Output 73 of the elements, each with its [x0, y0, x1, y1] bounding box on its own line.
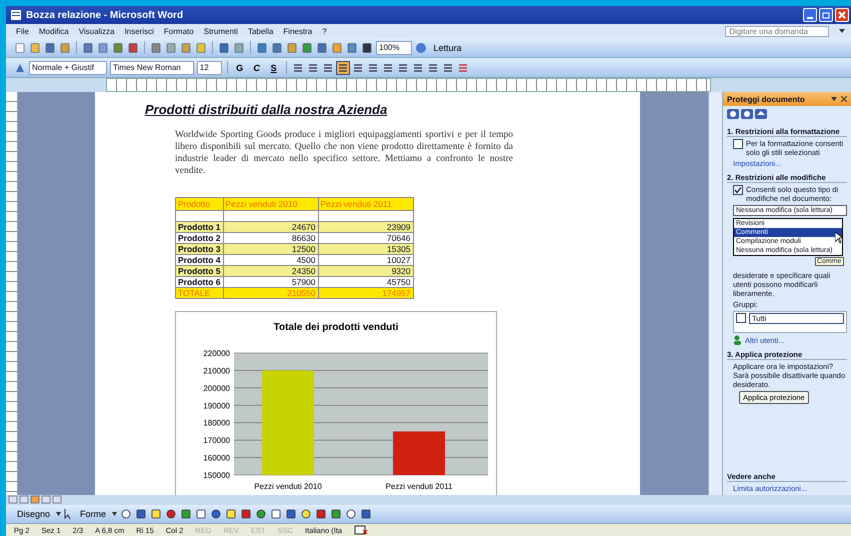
menu-item[interactable]: Visualizza	[78, 26, 115, 36]
x-category-label: Pezzi venduti 2010	[254, 482, 322, 491]
table-cell: 210550	[223, 288, 318, 298]
table-header-cell: Pezzi venduti 2011	[318, 198, 413, 210]
reading-button[interactable]: Lettura	[430, 42, 464, 52]
italic-button[interactable]: C	[250, 60, 264, 74]
draw-menu-button[interactable]: Disegno	[14, 509, 54, 519]
y-tick-label: 220000	[203, 349, 230, 358]
table-cell: 174957	[318, 288, 413, 298]
body-paragraph: Worldwide Sporting Goods produce i migliori equipaggiamenti sportivi e per il tempo libero disponibili sul mercato. Quello che non viene prodotto direttamente è fornito da industrie leader di mercato nello specifico settore. Mettiamo a confronto le nostre vendite.	[175, 129, 513, 177]
document-heading: Prodotti distribuiti dalla nostra Azienda	[145, 102, 388, 117]
help-search-field[interactable]: Digitare una domanda	[725, 26, 829, 36]
horizontal-ruler[interactable]	[106, 78, 711, 92]
dropdown-arrow-icon[interactable]	[839, 29, 845, 33]
align-center-icon[interactable]	[306, 62, 319, 74]
y-tick-label: 180000	[203, 418, 230, 428]
menu-item[interactable]: Formato	[164, 26, 194, 36]
table-cell: TOTALE	[176, 288, 223, 298]
reading-view-icon[interactable]	[52, 495, 62, 504]
close-button[interactable]	[835, 8, 849, 22]
align-right-icon[interactable]	[322, 62, 334, 74]
font-size-dropdown[interactable]: 12	[196, 60, 222, 74]
chart-title: Totale dei prodotti venduti	[274, 322, 398, 333]
normal-view-icon[interactable]	[8, 495, 18, 504]
spelling-status-icon	[354, 525, 368, 535]
x-category-label: Pezzi venduti 2011	[386, 482, 452, 491]
checkbox[interactable]	[736, 313, 746, 323]
checkbox[interactable]	[733, 185, 743, 195]
task-pane-title: Proteggi documento	[727, 94, 805, 104]
menu-item[interactable]: Strumenti	[204, 26, 238, 36]
y-tick-label: 190000	[203, 401, 230, 410]
minimize-button[interactable]	[803, 8, 817, 22]
y-tick-label: 150000	[203, 471, 230, 480]
users-icon	[733, 335, 743, 345]
home-icon[interactable]	[755, 109, 767, 119]
print-layout-icon[interactable]	[30, 495, 40, 504]
vertical-ruler[interactable]	[6, 92, 18, 495]
font-dropdown[interactable]: Times New Roman	[110, 60, 194, 74]
y-tick-label: 200000	[203, 384, 230, 393]
window-title: Bozza relazione - Microsoft Word	[26, 10, 184, 20]
caret-icon[interactable]	[112, 512, 118, 516]
menu-item[interactable]: Tabella	[248, 26, 274, 36]
y-tick-label: 210000	[203, 366, 230, 376]
caret-icon[interactable]	[56, 512, 62, 516]
style-dropdown[interactable]: Normale + Giustif	[29, 60, 108, 74]
zoom-dropdown[interactable]: 100%	[376, 40, 412, 54]
chart-bar	[393, 431, 445, 475]
word-document-icon	[10, 9, 22, 21]
underline-button[interactable]: S	[266, 60, 281, 74]
outline-view-icon[interactable]	[41, 495, 51, 504]
web-view-icon[interactable]	[19, 495, 29, 504]
line-spacing-icon[interactable]	[352, 62, 364, 74]
close-icon[interactable]	[841, 96, 847, 102]
menu-item[interactable]: Inserisci	[124, 26, 154, 36]
vertical-scrollbar[interactable]	[708, 92, 722, 495]
restore-button[interactable]	[819, 8, 833, 22]
justify-icon[interactable]	[336, 62, 349, 74]
checkbox[interactable]	[733, 139, 743, 149]
restore-icon	[822, 11, 830, 19]
y-tick-label: 160000	[203, 454, 230, 463]
y-tick-label: 170000	[203, 436, 230, 446]
menu-item[interactable]: Modifica	[38, 26, 69, 36]
styles-icon[interactable]	[14, 62, 26, 74]
close-icon	[838, 11, 846, 19]
autoshapes-menu-button[interactable]: Forme	[77, 509, 110, 519]
table-header-cell: Pezzi venduti 2010	[223, 198, 318, 210]
dropdown-arrow-icon[interactable]	[831, 97, 837, 101]
align-left-icon[interactable]	[292, 62, 304, 74]
menu-item[interactable]: ?	[322, 26, 327, 36]
table-header-cell: Prodotto	[176, 198, 223, 210]
bold-button[interactable]: G	[232, 60, 247, 74]
menu-item[interactable]: File	[16, 26, 29, 36]
menu-item[interactable]: Finestra	[283, 26, 312, 36]
